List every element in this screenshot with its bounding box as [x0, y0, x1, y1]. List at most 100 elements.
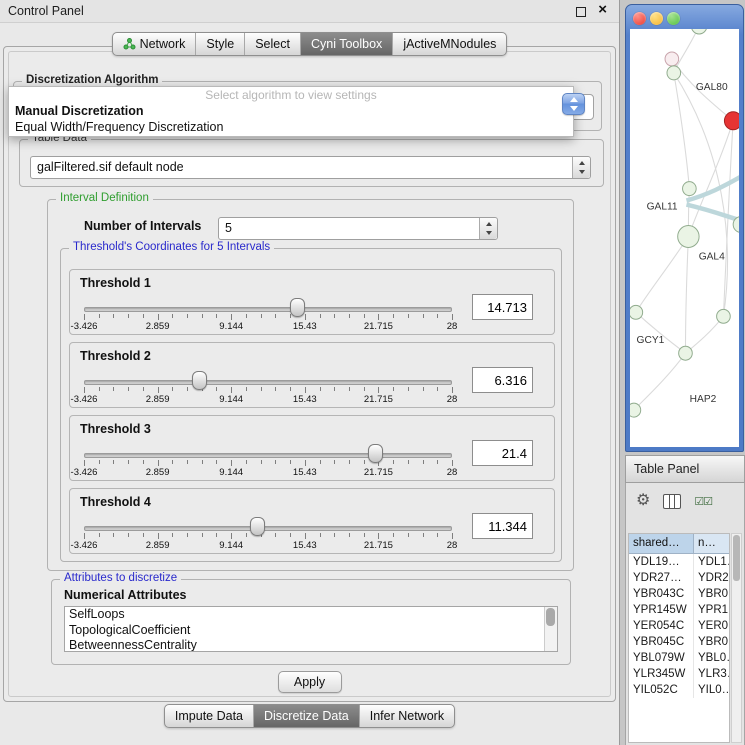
node-table: shared… n… YDL19…YDL1…YDR27…YDR2…YBR043C…: [628, 533, 730, 743]
bottom-tab-bar: Impute Data Discretize Data Infer Network: [0, 704, 619, 728]
group-title: Interval Definition: [56, 192, 153, 204]
close-icon[interactable]: ×: [598, 1, 607, 18]
select-columns-checkboxes-icon[interactable]: ☑☑: [694, 495, 712, 508]
zoom-traffic-light-icon[interactable]: [667, 12, 680, 25]
top-tab-group: Network StyleSelectCyni ToolboxjActiveMNo…: [112, 32, 508, 56]
table-cell: YDR2…: [694, 570, 729, 586]
attributes-group: Attributes to discretize Numerical Attri…: [51, 579, 571, 665]
tab-network[interactable]: Network: [113, 33, 196, 55]
close-traffic-light-icon[interactable]: [633, 12, 646, 25]
threshold-slider[interactable]: -3.4262.8599.14415.4321.71528: [84, 444, 452, 478]
tab-label: Discretize Data: [264, 709, 349, 723]
algorithm-option[interactable]: Manual Discretization: [9, 103, 573, 119]
attribute-list-item[interactable]: SelfLoops: [65, 607, 557, 623]
network-node[interactable]: [667, 66, 681, 80]
network-node[interactable]: [678, 226, 699, 248]
table-header-row: shared… n…: [629, 534, 729, 554]
table-cell: YBR045C: [629, 634, 694, 650]
slider-thumb[interactable]: [368, 444, 383, 463]
network-node[interactable]: [679, 346, 693, 360]
table-scrollbar[interactable]: [731, 533, 742, 743]
dropdown-placeholder: Select algorithm to view settings: [9, 87, 573, 103]
table-panel-title: Table Panel: [634, 462, 699, 476]
network-node[interactable]: [630, 305, 643, 319]
attribute-list-item[interactable]: BetweennessCentrality: [65, 638, 557, 652]
table-cell: YIL0…: [694, 682, 729, 698]
threshold-value-input[interactable]: [472, 294, 533, 320]
tab-jactivemnodules[interactable]: jActiveMNodules: [392, 33, 506, 55]
network-node-label: HAP2: [690, 394, 717, 405]
threshold-slider[interactable]: -3.4262.8599.14415.4321.71528: [84, 371, 452, 405]
table-row[interactable]: YBR045CYBR0…: [629, 634, 729, 650]
network-node[interactable]: [724, 112, 739, 130]
threshold-row: Threshold 1-3.4262.8599.14415.4321.71528: [69, 269, 555, 335]
tab-label: Network: [140, 37, 186, 51]
tab-label: Impute Data: [175, 709, 243, 723]
column-header-shared-name[interactable]: shared…: [629, 534, 694, 553]
tab-cyni-toolbox[interactable]: Cyni Toolbox: [300, 33, 392, 55]
table-row[interactable]: YER054CYER0…: [629, 618, 729, 634]
combo-stepper-icon[interactable]: [572, 157, 590, 178]
table-cell: YBL0…: [694, 650, 729, 666]
slider-track: [84, 453, 452, 458]
network-node[interactable]: [683, 182, 697, 196]
table-row[interactable]: YDR27…YDR2…: [629, 570, 729, 586]
table-row[interactable]: YBL079WYBL0…: [629, 650, 729, 666]
slider-thumb[interactable]: [290, 298, 305, 317]
table-row[interactable]: YLR345WYLR3…: [629, 666, 729, 682]
algorithm-option[interactable]: Equal Width/Frequency Discretization: [9, 119, 573, 135]
tab-discretize-data[interactable]: Discretize Data: [253, 705, 359, 727]
network-edge: [636, 237, 689, 313]
network-edge: [636, 312, 686, 353]
attribute-list-item[interactable]: TopologicalCoefficient: [65, 623, 557, 639]
table-row[interactable]: YBR043CYBR0…: [629, 586, 729, 602]
tab-select[interactable]: Select: [244, 33, 300, 55]
table-data-group: Table Data galFiltered.sif default node: [19, 139, 604, 187]
table-row[interactable]: YIL052CYIL0…: [629, 682, 729, 698]
columns-icon[interactable]: [663, 494, 681, 509]
table-data-combo[interactable]: galFiltered.sif default node: [30, 156, 591, 179]
threshold-slider[interactable]: -3.4262.8599.14415.4321.71528: [84, 298, 452, 332]
combo-stepper-icon[interactable]: [479, 218, 497, 239]
threshold-slider[interactable]: -3.4262.8599.14415.4321.71528: [84, 517, 452, 551]
tab-style[interactable]: Style: [195, 33, 244, 55]
network-canvas[interactable]: GAL80GAL11GAL4GCY1HAP2: [630, 29, 739, 447]
threshold-value-input[interactable]: [472, 513, 533, 539]
threshold-row: Threshold 3-3.4262.8599.14415.4321.71528: [69, 415, 555, 481]
network-node-label: GAL11: [647, 201, 678, 212]
table-row[interactable]: YDL19…YDL1…: [629, 554, 729, 570]
network-node[interactable]: [665, 52, 679, 66]
num-intervals-combo[interactable]: 5: [218, 217, 498, 240]
table-row[interactable]: YPR145WYPR1…: [629, 602, 729, 618]
tab-infer-network[interactable]: Infer Network: [359, 705, 454, 727]
threshold-label: Threshold 2: [80, 349, 151, 363]
control-panel: Control Panel × NetworkStyleSelectCyni T…: [0, 0, 620, 745]
num-intervals-label: Number of Intervals: [84, 219, 201, 233]
network-edge: [685, 237, 688, 354]
network-node-label: GAL4: [699, 251, 725, 262]
network-icon: [123, 38, 136, 50]
list-scrollbar[interactable]: [544, 607, 557, 651]
numerical-attributes-list: SelfLoopsTopologicalCoefficientBetweenne…: [64, 606, 558, 652]
algorithm-combo-stepper[interactable]: [562, 93, 585, 115]
threshold-value-input[interactable]: [472, 367, 533, 393]
network-node[interactable]: [691, 29, 707, 34]
apply-button[interactable]: Apply: [278, 671, 342, 693]
network-edge: [688, 121, 733, 237]
tab-impute-data[interactable]: Impute Data: [165, 705, 253, 727]
slider-track: [84, 380, 452, 385]
threshold-row: Threshold 4-3.4262.8599.14415.4321.71528: [69, 488, 555, 554]
dropdown-options: Manual DiscretizationEqual Width/Frequen…: [9, 103, 573, 135]
slider-thumb[interactable]: [192, 371, 207, 390]
slider-thumb[interactable]: [250, 517, 265, 536]
scrollbar-thumb[interactable]: [546, 608, 555, 626]
minimize-traffic-light-icon[interactable]: [650, 12, 663, 25]
threshold-value-input[interactable]: [472, 440, 533, 466]
network-node[interactable]: [630, 403, 641, 417]
network-node[interactable]: [717, 309, 731, 323]
scrollbar-thumb[interactable]: [733, 535, 740, 581]
table-cell: YBR043C: [629, 586, 694, 602]
float-window-icon[interactable]: [576, 7, 586, 17]
gear-icon[interactable]: ⚙: [636, 493, 650, 509]
column-header-name[interactable]: n…: [694, 534, 729, 553]
